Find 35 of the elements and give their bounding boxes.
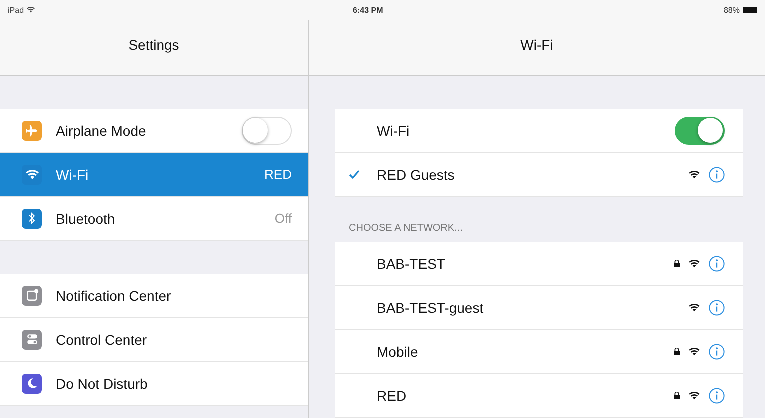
sidebar-label: Airplane Mode [56, 122, 148, 138]
sidebar-title: Settings [128, 36, 180, 55]
detail-title: Wi-Fi [520, 36, 554, 54]
status-time: 6:43 PM [353, 6, 384, 14]
sidebar-label: Wi-Fi [56, 166, 90, 182]
info-icon[interactable] [709, 256, 725, 272]
battery-icon [743, 7, 757, 13]
network-name: RED Guests [377, 166, 456, 182]
wifi-icon [26, 170, 38, 180]
wifi-icon [689, 392, 700, 400]
sidebar-label: Do Not Disturb [56, 376, 149, 392]
sidebar-item[interactable]: Wi-Fi RED [0, 153, 308, 197]
wifi-icon [27, 7, 36, 13]
info-icon[interactable] [709, 300, 725, 316]
sidebar-label: Notification Center [56, 288, 172, 304]
wifi-label: Wi-Fi [377, 122, 411, 138]
wifi-icon [689, 348, 700, 356]
network-name: Mobile [377, 344, 420, 360]
wifi-icon [689, 170, 700, 178]
info-icon[interactable] [709, 388, 725, 404]
network-name: RED [377, 388, 408, 404]
wifi-icon [689, 260, 700, 268]
info-icon[interactable] [709, 166, 725, 182]
device-name: iPad [8, 6, 24, 14]
setting-value: RED [264, 167, 292, 182]
info-icon[interactable] [709, 344, 725, 360]
section-header: CHOOSE A NETWORK... [348, 222, 464, 236]
network-name: BAB-TEST-guest [377, 300, 485, 316]
network-name: BAB-TEST [377, 256, 446, 272]
sidebar-label: Bluetooth [56, 210, 116, 226]
toggle-switch[interactable] [675, 116, 725, 144]
setting-value: Off [274, 211, 292, 226]
battery-percent: 88% [724, 6, 740, 14]
wifi-icon [689, 304, 700, 312]
sidebar-label: Control Center [56, 332, 148, 348]
